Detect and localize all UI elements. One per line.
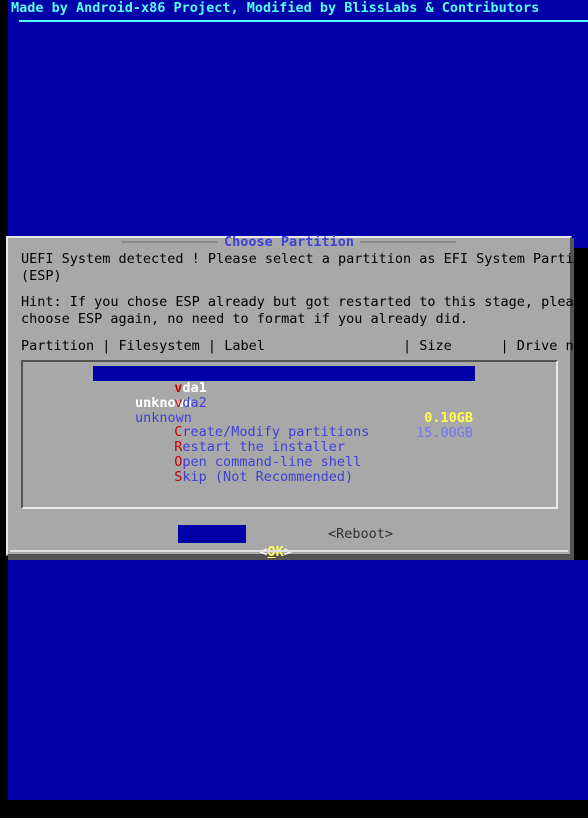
partition-name: da2 bbox=[182, 395, 207, 411]
menu-item-skip[interactable]: Skip (Not Recommended) bbox=[93, 455, 353, 500]
dialog-inner: Choose Partition UEFI System detected ! … bbox=[8, 235, 588, 560]
console-screen: Made by Android-x86 Project, Modified by… bbox=[0, 0, 588, 818]
console-background-lower bbox=[8, 560, 588, 800]
page-title: Made by Android-x86 Project, Modified by… bbox=[11, 0, 540, 16]
right-arrow-icon: > bbox=[283, 544, 292, 560]
choose-partition-dialog: Choose Partition UEFI System detected ! … bbox=[6, 235, 588, 560]
ok-button-hotkey: O bbox=[267, 544, 276, 560]
title-rule-right bbox=[360, 241, 457, 243]
dialog-title: Choose Partition bbox=[223, 234, 355, 250]
list-item[interactable]: vda2 unknown 15.00GB bbox=[93, 381, 475, 441]
partition-size: 15.00GB bbox=[416, 425, 473, 441]
ok-button-label: K bbox=[275, 544, 284, 560]
list-item[interactable]: vda1 unknown 0.10GB bbox=[93, 366, 475, 426]
ok-button[interactable]: <OK> bbox=[178, 525, 292, 560]
partition-size: 0.10GB bbox=[424, 410, 473, 426]
title-rule-left bbox=[121, 241, 218, 243]
dialog-button-row: <OK> <Reboot> bbox=[8, 525, 570, 560]
dialog-message: UEFI System detected ! Please select a p… bbox=[21, 251, 588, 284]
reboot-button[interactable]: <Reboot> bbox=[328, 525, 393, 543]
partition-list[interactable]: vda1 unknown 0.10GB vda2 unknown 15.00GB… bbox=[21, 360, 558, 509]
column-header: Partition | Filesystem | Label | Size | … bbox=[21, 338, 588, 354]
dialog-title-row: Choose Partition bbox=[8, 234, 570, 250]
header-divider bbox=[19, 20, 588, 22]
menu-item-label: kip (Not Recommended) bbox=[182, 469, 354, 485]
dialog-hint: Hint: If you chose ESP already but got r… bbox=[21, 294, 588, 327]
dialog-bottom-bevel bbox=[10, 550, 568, 552]
